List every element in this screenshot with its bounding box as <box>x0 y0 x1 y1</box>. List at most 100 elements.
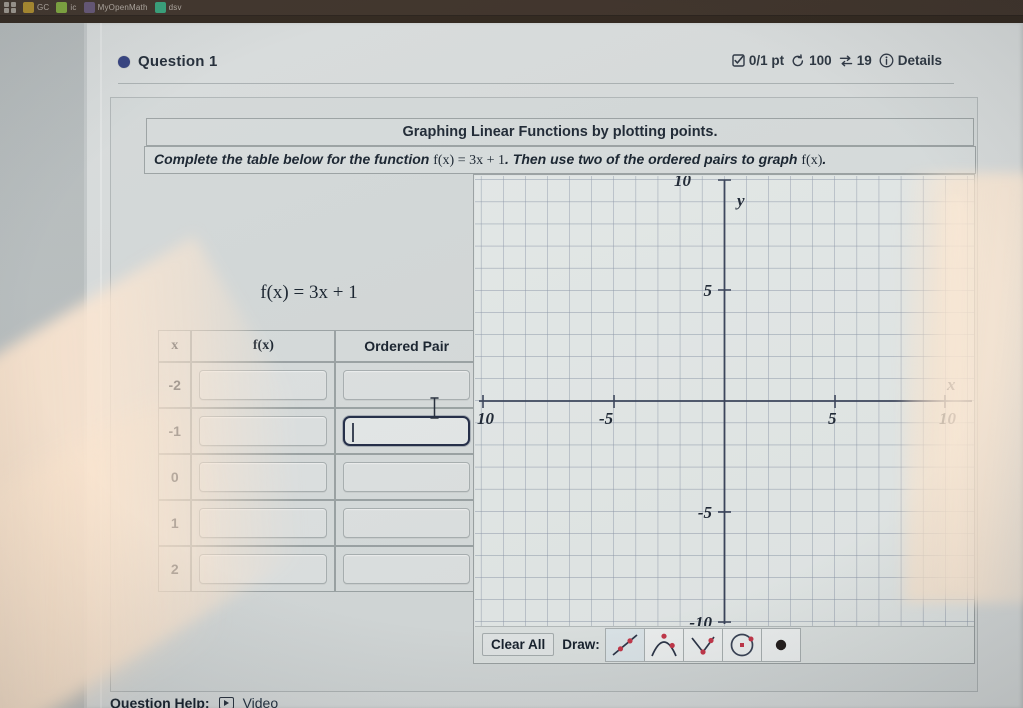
shuffle-icon <box>839 54 853 68</box>
versions-value: 19 <box>856 53 872 68</box>
graph-svg[interactable]: 10 5 -5 -10 10 -5 5 10 y x <box>475 175 974 632</box>
cell-fx <box>191 546 336 592</box>
x-tick-5: 5 <box>828 409 837 428</box>
y-tick-neg5: -5 <box>698 503 713 522</box>
page-viewport: Question 1 0/1 pt 100 19 Details Graphin… <box>0 23 1023 708</box>
draw-toolbar: Clear All Draw: <box>475 626 974 662</box>
problem-prompt-bar: Complete the table below for the functio… <box>144 146 976 174</box>
table-row: 0 <box>158 454 478 500</box>
cell-x-value: 0 <box>158 454 192 500</box>
y-tick-neg10: -10 <box>689 613 712 626</box>
cell-ordered-pair <box>335 546 478 592</box>
points-value: 0/1 pt <box>748 53 785 68</box>
c-favicon <box>56 2 68 13</box>
attempts-value: 100 <box>809 53 832 68</box>
cell-x-value: -1 <box>158 408 192 454</box>
header-divider <box>118 83 954 84</box>
details-label: Details <box>897 53 942 68</box>
prompt-text-end: . <box>822 151 827 167</box>
absolute-value-tool[interactable] <box>682 627 723 662</box>
question-help-label: Question Help: <box>110 695 210 708</box>
ordered-pair-input-row-2[interactable] <box>343 462 470 492</box>
y-tick-5: 5 <box>704 281 713 300</box>
bookmark-label: ic <box>70 3 77 12</box>
bookmark-item[interactable]: GC <box>23 2 49 13</box>
page-left-edge <box>84 23 87 708</box>
coordinate-plane[interactable]: 10 5 -5 -10 10 -5 5 10 y x <box>475 175 974 632</box>
prompt-function: f(x) = 3x + 1 <box>433 153 506 168</box>
ordered-pair-input-row-0[interactable] <box>343 370 470 400</box>
cell-ordered-pair <box>335 500 478 546</box>
question-help: Question Help: Video <box>110 695 278 708</box>
draw-label: Draw: <box>562 637 600 652</box>
bookmark-item[interactable]: dsv <box>154 2 182 13</box>
question-panel: Graphing Linear Functions by plotting po… <box>110 97 978 692</box>
attempts-status: 100 <box>791 53 832 68</box>
ordered-pair-input-row-4[interactable] <box>343 554 470 584</box>
column-header-fx: f(x) <box>191 330 336 362</box>
details-button[interactable]: Details <box>879 53 942 68</box>
y-tick-10: 10 <box>674 176 692 190</box>
versions-status: 19 <box>839 53 872 68</box>
table-row: 2 <box>158 546 478 592</box>
browser-chrome-shadow <box>0 16 1023 23</box>
question-bullet-icon <box>118 55 130 68</box>
cell-fx <box>191 408 336 454</box>
myopenmath-favicon <box>83 2 95 13</box>
bookmark-item[interactable]: ic <box>56 2 76 13</box>
cell-x-value: 2 <box>158 546 192 592</box>
fx-input-row-2[interactable] <box>199 462 328 492</box>
video-play-icon[interactable] <box>218 697 234 708</box>
clear-all-button[interactable]: Clear All <box>482 633 555 656</box>
cell-fx <box>191 362 336 408</box>
video-link[interactable]: Video <box>243 695 279 708</box>
function-display: f(x) = 3x + 1 <box>260 282 358 303</box>
cell-ordered-pair <box>335 362 478 408</box>
x-tick-10: 10 <box>939 409 957 428</box>
cell-x-value: 1 <box>158 500 192 546</box>
table-row: -1 <box>158 408 478 454</box>
page-title: Question 1 <box>118 53 218 70</box>
fx-input-row-1[interactable] <box>199 416 328 446</box>
text-caret <box>352 423 354 442</box>
cell-ordered-pair <box>335 408 478 454</box>
circle-tool[interactable] <box>721 627 762 662</box>
retry-icon <box>791 53 805 68</box>
prompt-text-before: Complete the table below for the functio… <box>154 151 434 167</box>
values-table: x f(x) Ordered Pair -2 -1 0 1 2 <box>158 330 478 592</box>
cell-ordered-pair <box>335 454 478 500</box>
column-header-ordered-pair: Ordered Pair <box>335 330 478 362</box>
column-header-x: x <box>158 330 192 362</box>
prompt-text-middle: . Then use two of the ordered pairs to g… <box>505 151 802 167</box>
point-tool[interactable] <box>760 627 801 662</box>
apps-grid-icon[interactable] <box>4 2 16 13</box>
fx-input-row-4[interactable] <box>199 554 328 584</box>
triangle-favicon <box>23 2 34 13</box>
table-header-row: x f(x) Ordered Pair <box>158 330 478 362</box>
line-tool[interactable] <box>604 627 645 662</box>
problem-title-bar: Graphing Linear Functions by plotting po… <box>146 118 974 146</box>
fx-input-row-3[interactable] <box>199 508 328 538</box>
cell-x-value: -2 <box>158 362 192 408</box>
prompt-function-2: f(x) <box>801 153 823 168</box>
ordered-pair-input-row-3[interactable] <box>343 508 470 538</box>
problem-title: Graphing Linear Functions by plotting po… <box>402 124 718 140</box>
check-favicon <box>154 2 166 13</box>
bookmark-item[interactable]: MyOpenMath <box>83 2 148 13</box>
x-axis-label: x <box>946 375 956 394</box>
cell-fx <box>191 500 336 546</box>
checkbox-icon <box>732 54 745 67</box>
bookmark-label: dsv <box>168 3 182 12</box>
problem-prompt: Complete the table below for the functio… <box>154 151 826 169</box>
fx-input-row-0[interactable] <box>199 370 328 400</box>
question-header: Question 1 0/1 pt 100 19 Details <box>118 47 974 83</box>
page-left-highlight <box>100 23 102 708</box>
browser-bookmark-bar: GC ic MyOpenMath dsv <box>0 0 1023 16</box>
ordered-pair-input-row-1[interactable] <box>343 416 470 446</box>
points-status: 0/1 pt <box>732 53 784 68</box>
x-tick-neg5: -5 <box>599 409 614 428</box>
parabola-tool[interactable] <box>643 627 684 662</box>
question-meta: 0/1 pt 100 19 Details <box>732 53 942 68</box>
bookmark-label: MyOpenMath <box>97 3 148 12</box>
cell-fx <box>191 454 336 500</box>
